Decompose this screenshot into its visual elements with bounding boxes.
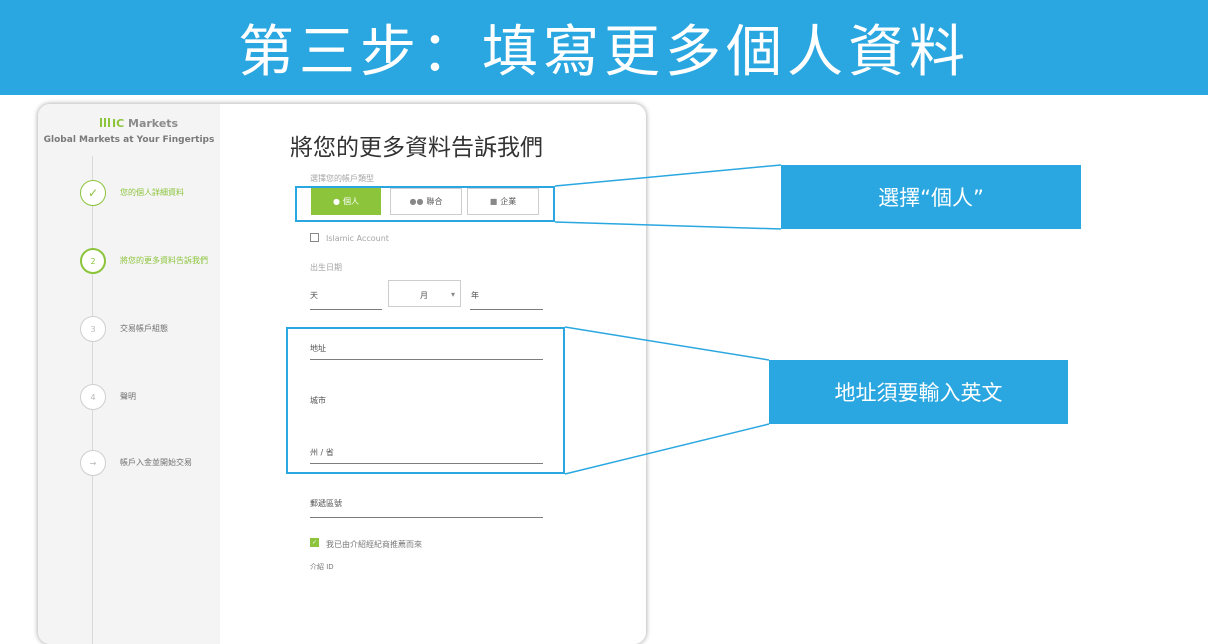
callout-address-english: 地址須要輸入英文	[769, 360, 1068, 424]
annotation-connectors	[554, 164, 782, 475]
connector-line	[554, 221, 782, 230]
address-highlight	[286, 327, 565, 474]
connector-line	[564, 423, 770, 475]
connector-line	[554, 164, 782, 187]
callout-select-individual: 選擇“個人”	[781, 165, 1081, 229]
connector-line	[564, 326, 770, 361]
account-type-highlight	[295, 186, 555, 222]
